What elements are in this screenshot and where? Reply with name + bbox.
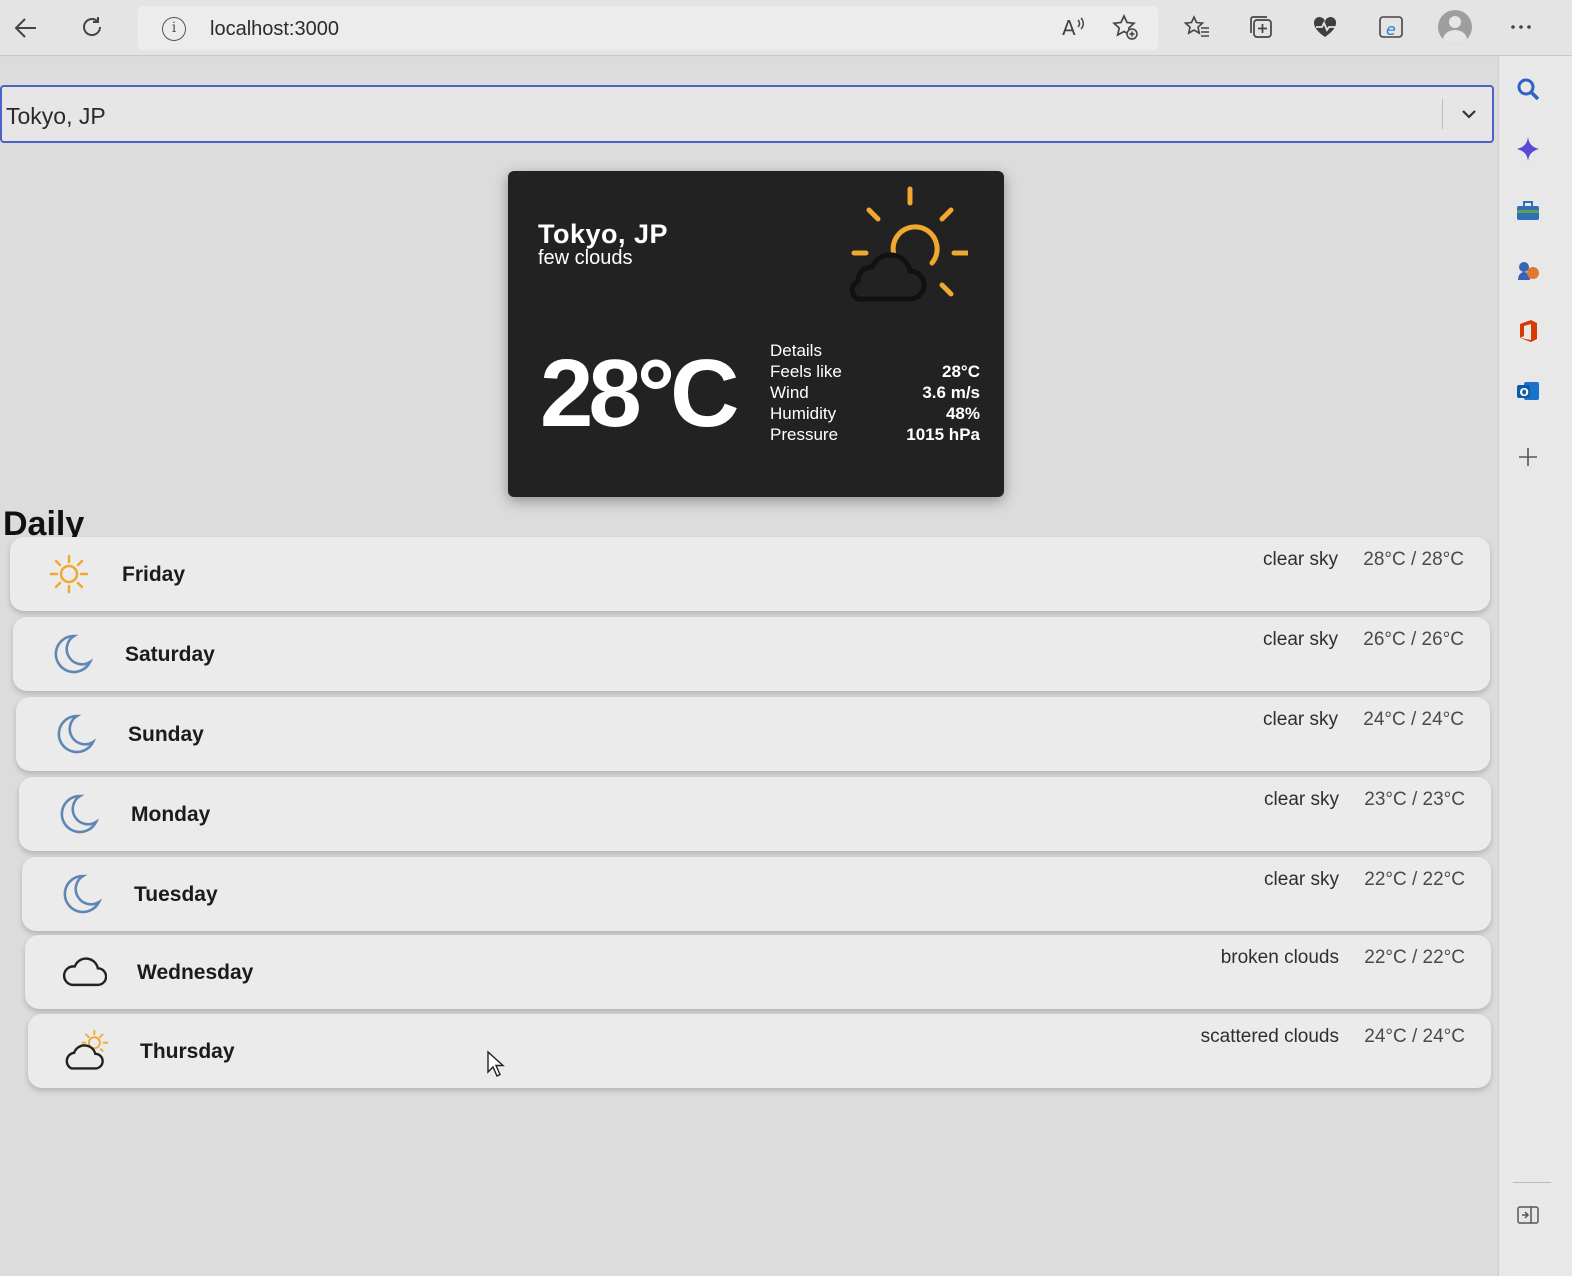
- daily-description: clear sky: [1264, 869, 1339, 890]
- daily-temps: 26°C / 26°C: [1363, 629, 1464, 650]
- search-icon[interactable]: [1513, 74, 1543, 104]
- daily-item-monday[interactable]: Monday clear sky 23°C / 23°C: [19, 777, 1491, 851]
- collections-icon[interactable]: [1246, 12, 1276, 42]
- site-info-icon[interactable]: i: [162, 17, 186, 41]
- tools-briefcase-icon[interactable]: [1513, 196, 1543, 226]
- daily-description: broken clouds: [1220, 947, 1339, 968]
- read-aloud-icon[interactable]: A: [1058, 12, 1088, 42]
- current-description: few clouds: [538, 247, 633, 269]
- daily-day-name: Wednesday: [137, 961, 254, 984]
- daily-temps: 22°C / 22°C: [1364, 947, 1465, 968]
- details-panel: Details Feels like 28°C Wind 3.6 m/s Humid…: [770, 341, 980, 446]
- daily-temps: 23°C / 23°C: [1364, 789, 1465, 810]
- hide-sidebar-icon[interactable]: [1513, 1200, 1543, 1230]
- select-separator: [1442, 99, 1443, 129]
- detail-humidity: Humidity 48%: [770, 404, 980, 423]
- city-select-value[interactable]: Tokyo, JP: [6, 103, 106, 130]
- copilot-sparkle-icon[interactable]: [1513, 134, 1543, 164]
- daily-temps: 22°C / 22°C: [1364, 869, 1465, 890]
- address-url[interactable]: localhost:3000: [210, 18, 339, 41]
- details-title: Details: [770, 341, 822, 360]
- ie-mode-icon[interactable]: e: [1376, 12, 1406, 42]
- mouse-cursor-icon: [486, 1050, 506, 1078]
- daily-day-name: Friday: [122, 563, 186, 586]
- profile-avatar[interactable]: [1438, 10, 1472, 44]
- daily-day-name: Thursday: [140, 1040, 235, 1063]
- moon-icon: [49, 631, 95, 677]
- daily-day-name: Monday: [131, 803, 211, 826]
- daily-day-name: Saturday: [125, 643, 215, 666]
- moon-icon: [55, 791, 101, 837]
- daily-description: scattered clouds: [1200, 1026, 1339, 1047]
- moon-icon: [52, 711, 98, 757]
- refresh-icon: [83, 17, 102, 36]
- daily-item-tuesday[interactable]: Tuesday clear sky 22°C / 22°C: [22, 857, 1491, 931]
- daily-item-saturday[interactable]: Saturday clear sky 26°C / 26°C: [13, 617, 1490, 691]
- current-weather-card: Tokyo, JP few clouds 28°C Details Feels …: [508, 171, 1004, 497]
- daily-item-sunday[interactable]: Sunday clear sky 24°C / 24°C: [16, 697, 1490, 771]
- daily-item-wednesday[interactable]: Wednesday broken clouds 22°C / 22°C: [25, 935, 1491, 1009]
- daily-day-name: Tuesday: [134, 883, 218, 906]
- daily-description: clear sky: [1263, 629, 1338, 650]
- daily-temps: 28°C / 28°C: [1363, 549, 1464, 570]
- daily-description: clear sky: [1263, 549, 1338, 570]
- favorites-icon[interactable]: [1182, 12, 1212, 42]
- cloud-icon: [61, 949, 107, 995]
- sidebar-divider: [1513, 1182, 1551, 1183]
- detail-wind: Wind 3.6 m/s: [770, 383, 980, 402]
- weather-app: Tokyo, JP Tokyo, JP few clouds 28°C Deta…: [0, 57, 1497, 1276]
- browser-toolbar: i localhost:3000 A e: [0, 0, 1572, 56]
- add-sidebar-app-icon[interactable]: [1513, 442, 1543, 472]
- current-city: Tokyo, JP: [538, 219, 669, 249]
- add-favorite-icon[interactable]: [1110, 12, 1140, 42]
- back-arrow-icon: [14, 18, 36, 38]
- daily-item-friday[interactable]: Friday clear sky 28°C / 28°C: [10, 537, 1490, 611]
- daily-item-thursday[interactable]: Thursday scattered clouds 24°C / 24°C: [28, 1014, 1491, 1088]
- city-search-select[interactable]: Tokyo, JP: [0, 85, 1494, 143]
- daily-description: clear sky: [1263, 709, 1338, 730]
- current-temperature: 28°C: [540, 340, 739, 447]
- svg-text:O: O: [1520, 386, 1529, 399]
- more-menu-icon[interactable]: [1506, 12, 1536, 42]
- address-bar[interactable]: i localhost:3000: [138, 6, 1158, 50]
- daily-description: clear sky: [1264, 789, 1339, 810]
- few-clouds-day-icon: [844, 185, 971, 309]
- chevron-down-icon[interactable]: [1456, 101, 1482, 127]
- sun-cloud-icon: [64, 1028, 110, 1074]
- browser-essentials-icon[interactable]: [1310, 12, 1340, 42]
- office-icon[interactable]: [1513, 316, 1543, 346]
- games-icon[interactable]: [1513, 256, 1543, 286]
- moon-icon: [58, 871, 104, 917]
- outlook-icon[interactable]: O: [1513, 376, 1543, 406]
- svg-text:e: e: [1386, 20, 1396, 39]
- refresh-button[interactable]: [74, 10, 110, 46]
- svg-text:A: A: [1062, 16, 1076, 40]
- browser-sidebar: O: [1498, 56, 1572, 1276]
- detail-pressure: Pressure 1015 hPa: [770, 425, 980, 444]
- detail-feels-like: Feels like 28°C: [770, 362, 980, 381]
- daily-temps: 24°C / 24°C: [1363, 709, 1464, 730]
- daily-day-name: Sunday: [128, 723, 204, 746]
- daily-temps: 24°C / 24°C: [1364, 1026, 1465, 1047]
- back-button[interactable]: [8, 10, 44, 46]
- sun-icon: [46, 551, 92, 597]
